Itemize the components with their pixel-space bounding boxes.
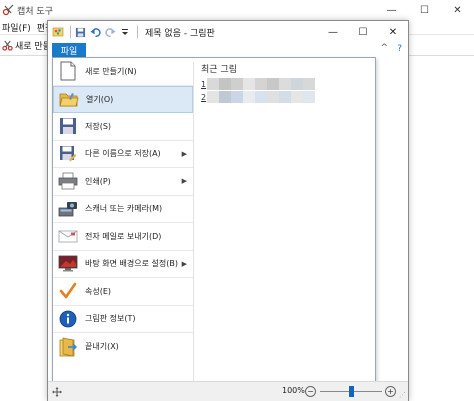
scissors-icon: [2, 40, 13, 51]
new-file-icon: [57, 60, 79, 82]
file-menu-item-info[interactable]: 그림판 정보(T): [53, 306, 193, 333]
snip-minimize-button[interactable]: —: [375, 0, 408, 20]
ribbon-minimize-icon[interactable]: ^: [380, 43, 388, 53]
recent-pictures-title: 최근 그림: [201, 65, 237, 75]
exit-icon: [57, 336, 79, 358]
file-tab[interactable]: 파일: [52, 43, 86, 57]
file-menu-list: 새로 만들기(N) 열기(O) 저장(S) 다른 이름으로 저장(A) ▶ 인쇄(P) ▶ 스…: [53, 58, 193, 390]
snipping-tool-title: 캡처 도구: [17, 6, 53, 17]
file-menu-item-label: 바탕 화면 배경으로 설정(B): [85, 259, 178, 269]
file-menu-item-new-file[interactable]: 새로 만들기(N): [53, 58, 193, 86]
paint-window-title: 제목 없음 - 그림판: [145, 28, 215, 39]
snipping-tool-app-icon: [2, 4, 14, 16]
resize-grip-icon[interactable]: ⋰: [399, 391, 406, 399]
file-menu-item-label: 그림판 정보(T): [85, 314, 136, 324]
ribbon-tabs: 파일 ^ ?: [48, 43, 408, 57]
file-menu-item-label: 열기(O): [86, 94, 114, 104]
submenu-arrow-icon: ▶: [181, 259, 187, 268]
customize-dropdown-icon[interactable]: [119, 26, 131, 38]
save-disk-icon: [57, 115, 79, 137]
file-menu: 새로 만들기(N) 열기(O) 저장(S) 다른 이름으로 저장(A) ▶ 인쇄(P) ▶ 스…: [52, 57, 376, 391]
zoom-slider-thumb[interactable]: [348, 386, 354, 397]
status-bar: 100% − + ⋰: [48, 381, 408, 401]
info-icon: [57, 308, 79, 330]
file-menu-item-label: 전자 메일로 보내기(D): [85, 231, 162, 241]
file-menu-item-label: 저장(S): [85, 121, 112, 131]
snipping-tool-window-controls: — ☐ ✕: [375, 0, 474, 20]
desktop-background-icon: [57, 253, 79, 275]
zoom-out-button[interactable]: −: [305, 386, 316, 397]
qat-separator: [137, 26, 138, 38]
recent-picture-name-blurred: [207, 91, 315, 103]
file-menu-item-desktop-background[interactable]: 바탕 화면 배경으로 설정(B) ▶: [53, 251, 193, 278]
zoom-in-button[interactable]: +: [385, 386, 396, 397]
paint-title-bar: 제목 없음 - 그림판 — ☐ ✕: [48, 21, 408, 43]
email-icon: [57, 225, 79, 247]
save-icon[interactable]: [74, 26, 86, 38]
snipping-tool-title-bar: 캡처 도구 — ☐ ✕: [0, 0, 474, 20]
help-icon[interactable]: ?: [397, 44, 402, 54]
quick-access-toolbar: [52, 26, 141, 38]
recent-picture-item[interactable]: 1: [201, 78, 315, 90]
file-menu-item-properties-check[interactable]: 속성(E): [53, 278, 193, 306]
file-menu-item-exit[interactable]: 끝내기(X): [53, 333, 193, 361]
redo-icon[interactable]: [104, 26, 116, 38]
open-folder-icon: [58, 88, 80, 110]
recent-pictures-panel: 최근 그림 12: [199, 58, 375, 390]
file-menu-item-label: 인쇄(P): [85, 176, 111, 186]
printer-icon: [57, 170, 79, 192]
paint-close-button[interactable]: ✕: [378, 21, 408, 43]
submenu-arrow-icon: ▶: [181, 177, 187, 186]
submenu-arrow-icon: ▶: [181, 149, 187, 158]
file-menu-divider: [193, 62, 194, 388]
paint-app-icon[interactable]: [52, 26, 64, 38]
undo-icon[interactable]: [89, 26, 101, 38]
paint-window: 제목 없음 - 그림판 — ☐ ✕ 파일 ^ ? 새로 만들기(N) 열기(O) 저…: [47, 20, 409, 401]
paint-maximize-button[interactable]: ☐: [348, 21, 378, 43]
file-menu-item-label: 새로 만들기(N): [85, 66, 137, 76]
qat-separator: [70, 26, 71, 38]
move-cursor-icon: [52, 386, 62, 397]
file-menu-item-scanner[interactable]: 스캐너 또는 카메라(M): [53, 196, 193, 223]
snip-maximize-button[interactable]: ☐: [408, 0, 441, 20]
scanner-icon: [57, 198, 79, 220]
file-menu-item-open-folder[interactable]: 열기(O): [53, 85, 193, 113]
snip-menu-file[interactable]: 파일(F): [2, 21, 31, 34]
file-menu-item-save-as[interactable]: 다른 이름으로 저장(A) ▶: [53, 141, 193, 168]
file-menu-item-label: 다른 이름으로 저장(A): [85, 149, 161, 159]
save-as-icon: [57, 143, 79, 165]
file-menu-item-save-disk[interactable]: 저장(S): [53, 113, 193, 141]
file-menu-item-label: 속성(E): [85, 286, 112, 296]
paint-minimize-button[interactable]: —: [318, 21, 348, 43]
file-menu-item-label: 끝내기(X): [85, 342, 119, 352]
file-menu-item-label: 스캐너 또는 카메라(M): [85, 204, 163, 214]
recent-picture-item[interactable]: 2: [201, 91, 315, 103]
zoom-level: 100%: [282, 386, 305, 395]
paint-window-controls: — ☐ ✕: [318, 21, 408, 43]
file-menu-item-printer[interactable]: 인쇄(P) ▶: [53, 168, 193, 196]
properties-check-icon: [57, 280, 79, 302]
snip-close-button[interactable]: ✕: [441, 0, 474, 20]
file-menu-item-email[interactable]: 전자 메일로 보내기(D): [53, 223, 193, 251]
recent-picture-name-blurred: [207, 78, 315, 90]
